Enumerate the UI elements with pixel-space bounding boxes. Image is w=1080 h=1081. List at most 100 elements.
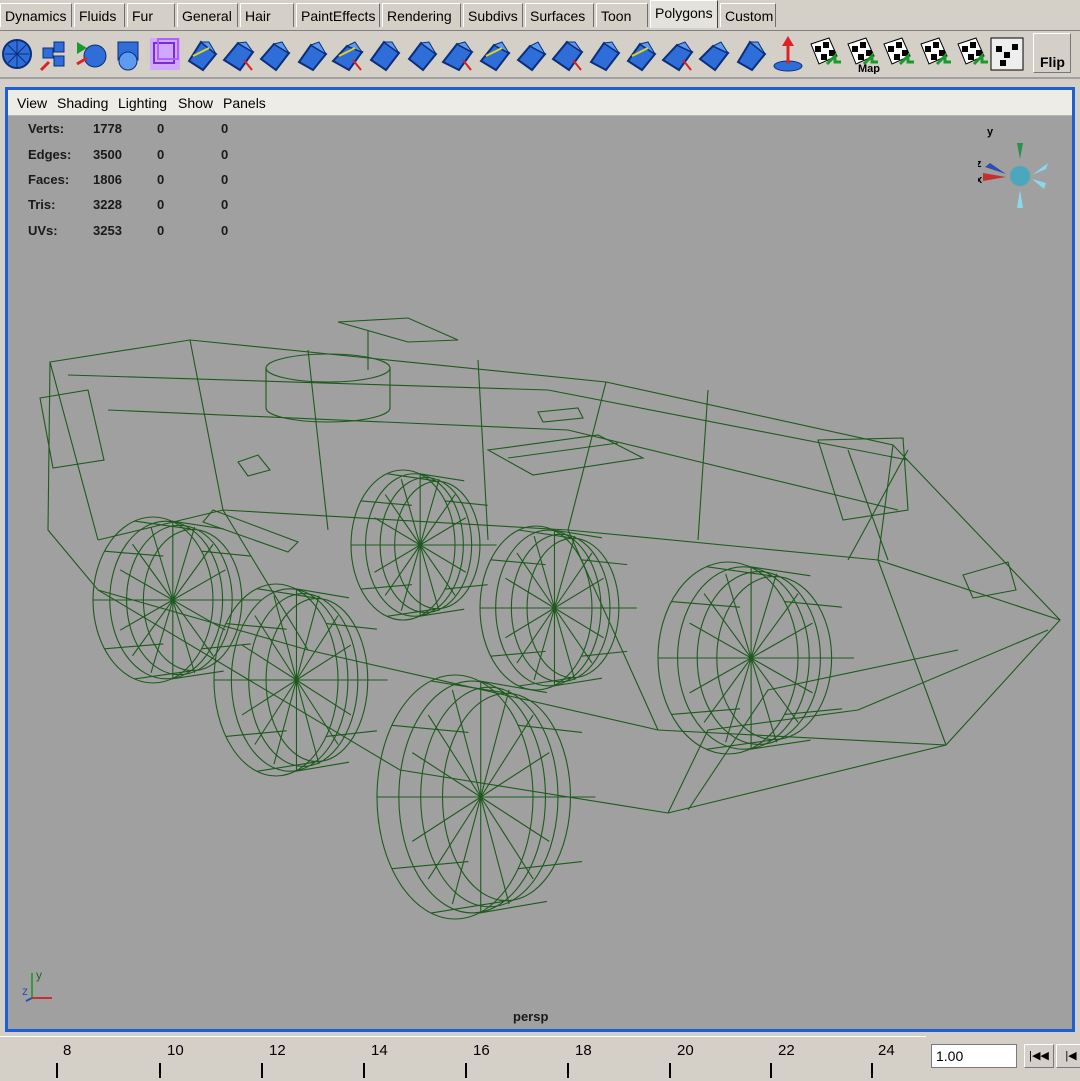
wireframe-vehicle[interactable] (8, 90, 1072, 1029)
split-edge-icon[interactable] (586, 34, 624, 74)
hud-sub: 0 (221, 172, 229, 187)
tab-custom[interactable]: Custom (720, 3, 776, 27)
hud-total: 1806 (93, 172, 122, 187)
neg-x-cone-icon[interactable] (1032, 163, 1048, 175)
hull-lower-rim (97, 589, 947, 746)
polygons-shelf: Map (0, 31, 1080, 79)
facet-icon[interactable] (695, 34, 733, 74)
map-label: Map (858, 63, 880, 74)
shelf-tabs: Dynamics Fluids Fur General Hair PaintEffects… (0, 0, 1080, 31)
origin-axes-icon: y z (22, 968, 52, 1002)
y-cone-icon[interactable] (1017, 143, 1023, 159)
tab-toon[interactable]: Toon (596, 3, 648, 27)
wedge-icon[interactable] (329, 34, 367, 74)
tab-surfaces[interactable]: Surfaces (525, 3, 594, 27)
tab-dynamics[interactable]: Dynamics (0, 3, 72, 27)
bridge-icon[interactable] (439, 34, 477, 74)
tab-fur[interactable]: Fur (127, 3, 175, 27)
x-cone-icon[interactable] (983, 173, 1006, 181)
hud-total: 3500 (93, 147, 122, 162)
headlight (962, 561, 1017, 599)
roof-line (67, 374, 909, 461)
tab-fluids[interactable]: Fluids (74, 3, 125, 27)
subdivide-icon[interactable] (549, 34, 587, 74)
soften-icon[interactable] (732, 34, 770, 74)
hud-label: UVs: (28, 223, 58, 238)
extrude-icon[interactable] (256, 34, 294, 74)
flip-button[interactable]: Flip (1033, 33, 1071, 73)
origin-y: y (36, 968, 42, 982)
perspective-viewport[interactable]: View Shading Lighting Show Panels Verts: 1778… (5, 87, 1075, 1032)
cubes-icon[interactable] (37, 34, 75, 74)
hud-sub: 0 (221, 147, 229, 162)
flip-label: Flip (1040, 54, 1065, 70)
cube-sphere-icon[interactable] (110, 34, 148, 74)
time-tick-label: 10 (167, 1042, 184, 1059)
time-tick (871, 1063, 873, 1078)
merge-icon[interactable] (403, 34, 441, 74)
uv-editor-icon[interactable] (988, 34, 1026, 74)
hatch (486, 434, 645, 476)
cylinder-map-icon[interactable] (878, 34, 916, 74)
cone-icon[interactable] (769, 34, 807, 74)
hud-label: Verts: (28, 121, 65, 136)
handle-2 (537, 407, 584, 423)
time-tick (261, 1063, 263, 1078)
bevel-icon[interactable] (293, 34, 331, 74)
checker-map-icon[interactable]: Map (842, 34, 880, 74)
split-icon[interactable] (366, 34, 404, 74)
tab-subdivs[interactable]: Subdivs (463, 3, 523, 27)
hud-total: 3228 (93, 197, 122, 212)
z-cone-icon[interactable] (985, 163, 1006, 174)
cut-face-icon[interactable] (622, 34, 660, 74)
view-cube[interactable]: y z x (978, 123, 1058, 213)
collapse-icon[interactable] (659, 34, 697, 74)
hud-label: Edges: (28, 147, 72, 162)
time-tick (465, 1063, 467, 1078)
tab-polygons[interactable]: Polygons (650, 0, 718, 28)
hull-upper-rim (97, 509, 1061, 621)
go-to-start-icon[interactable]: |◀◀ (1024, 1044, 1054, 1068)
neg-y-cone-icon[interactable] (1017, 190, 1023, 208)
sphere-arrow-icon[interactable] (73, 34, 111, 74)
current-frame-field[interactable]: 1.00 (931, 1044, 1017, 1068)
view-cube-x: x (978, 174, 983, 186)
rail (202, 509, 299, 553)
time-tick (56, 1063, 58, 1078)
neg-z-cone-icon[interactable] (1032, 179, 1046, 189)
view-cube-center-icon[interactable] (1010, 166, 1030, 186)
front-plate-2 (687, 649, 959, 811)
auto-map-icon[interactable] (952, 34, 990, 74)
wheel-front-right (657, 561, 854, 755)
view-cube-y: y (987, 126, 994, 138)
tab-hair[interactable]: Hair (240, 3, 294, 27)
turret (265, 353, 391, 423)
hud-selected: 0 (157, 223, 165, 238)
step-back-icon[interactable]: |◀ (1056, 1044, 1080, 1068)
checker-icon[interactable] (805, 34, 843, 74)
sphere-icon[interactable] (0, 34, 38, 74)
hud-total: 1778 (93, 121, 122, 136)
wire-cube-icon[interactable] (146, 34, 184, 74)
time-tick-label: 8 (63, 1042, 72, 1059)
tab-painteffects[interactable]: PaintEffects (296, 3, 380, 27)
hud-label: Tris: (28, 197, 56, 212)
handle-1 (237, 454, 271, 477)
view-cube-z: z (978, 158, 982, 170)
hud-sub: 0 (221, 223, 229, 238)
wheel-rear-right (350, 469, 497, 621)
append-icon[interactable] (476, 34, 514, 74)
plane-arrow-icon[interactable] (220, 34, 258, 74)
wheel-rear-left (92, 516, 261, 684)
smooth-icon[interactable] (512, 34, 550, 74)
sphere-map-icon[interactable] (915, 34, 953, 74)
tab-rendering[interactable]: Rendering (382, 3, 461, 27)
time-tick (159, 1063, 161, 1078)
gun-mount (337, 317, 459, 370)
roof-line-2 (107, 409, 899, 511)
wheel-front-left (376, 674, 596, 920)
plane-icon[interactable] (183, 34, 221, 74)
time-tick (770, 1063, 772, 1078)
tab-general[interactable]: General (177, 3, 238, 27)
time-tick (363, 1063, 365, 1078)
